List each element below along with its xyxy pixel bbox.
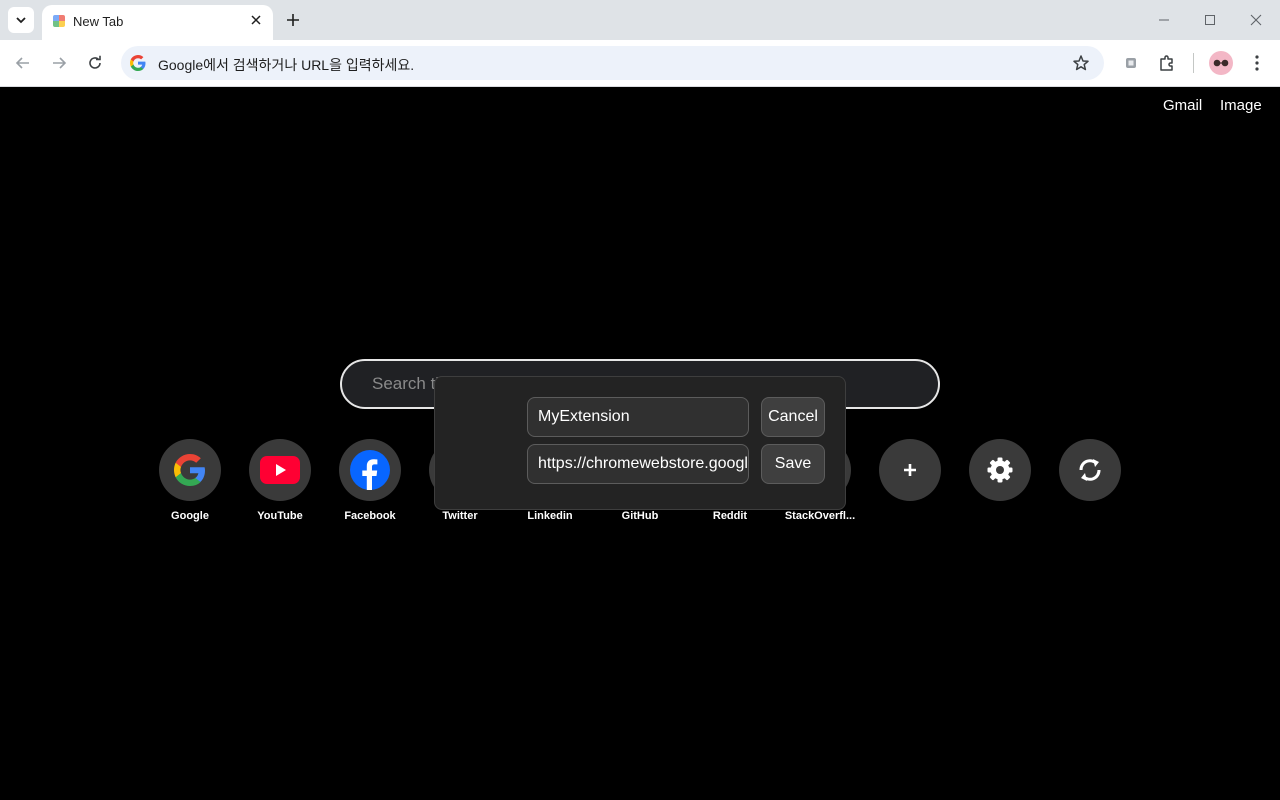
- close-icon: [1250, 14, 1262, 26]
- image-link[interactable]: Image: [1220, 97, 1262, 114]
- gear-icon: [987, 457, 1013, 483]
- title-bar: New Tab: [0, 0, 1280, 40]
- bookmark-star-icon[interactable]: [1072, 54, 1090, 72]
- refresh-tile: [1059, 439, 1121, 501]
- google-icon: [130, 55, 146, 71]
- save-button[interactable]: Save: [761, 444, 825, 484]
- shortcut-url-field[interactable]: https://chromewebstore.google.com: [527, 444, 749, 484]
- forward-button[interactable]: [47, 51, 71, 75]
- shortcut-label: YouTube: [257, 510, 303, 522]
- back-button[interactable]: [11, 51, 35, 75]
- kebab-menu-icon: [1255, 55, 1259, 71]
- browser-menu-button[interactable]: [1246, 52, 1268, 74]
- cancel-button[interactable]: Cancel: [761, 397, 825, 437]
- shortcut-label: Twitter: [442, 510, 478, 522]
- address-placeholder: Google에서 검색하거나 URL을 입력하세요.: [158, 57, 415, 73]
- toolbar-separator: [1193, 53, 1194, 73]
- maximize-icon: [1205, 15, 1215, 25]
- plus-icon: [904, 464, 916, 476]
- sync-icon: [1079, 459, 1101, 481]
- shortcut-google-tile: [159, 439, 221, 501]
- reload-button[interactable]: [83, 51, 107, 75]
- extensions-button[interactable]: [1156, 52, 1178, 74]
- address-bar[interactable]: Google에서 검색하거나 URL을 입력하세요.: [121, 46, 1104, 80]
- minimize-icon: [1159, 19, 1169, 21]
- shortcut-label: Linkedin: [527, 510, 573, 522]
- add-shortcut-button[interactable]: [865, 439, 955, 501]
- profile-avatar[interactable]: [1209, 51, 1233, 75]
- extension-icon: [1126, 58, 1136, 68]
- settings-button[interactable]: [955, 439, 1045, 501]
- new-tab-favicon-icon: [53, 15, 65, 27]
- tab-new-tab[interactable]: New Tab: [42, 5, 273, 40]
- shortcut-label: GitHub: [621, 510, 659, 522]
- chevron-down-icon: [16, 17, 26, 24]
- add-shortcut-tile: [879, 439, 941, 501]
- youtube-icon: [260, 456, 300, 484]
- shortcut-name-field[interactable]: MyExtension: [527, 397, 749, 437]
- edit-shortcut-dialog: MyExtension Cancel https://chromewebstor…: [434, 376, 846, 510]
- refresh-button[interactable]: [1045, 439, 1135, 501]
- new-tab-button[interactable]: [282, 9, 304, 31]
- tab-close-button[interactable]: [247, 11, 265, 29]
- settings-tile: [969, 439, 1031, 501]
- arrow-left-icon: [15, 57, 29, 69]
- shortcut-youtube-tile: [249, 439, 311, 501]
- shortcut-label: Google: [171, 510, 209, 522]
- shortcut-label: StackOverfl...: [784, 510, 856, 522]
- reload-icon: [89, 55, 101, 69]
- gmail-link[interactable]: Gmail: [1163, 97, 1202, 114]
- puzzle-icon: [1160, 55, 1173, 71]
- shortcut-label: Reddit: [712, 510, 748, 522]
- close-window-button[interactable]: [1244, 8, 1268, 32]
- minimize-button[interactable]: [1152, 8, 1176, 32]
- arrow-right-icon: [53, 57, 67, 69]
- plus-icon: [287, 14, 299, 26]
- shortcut-label: Facebook: [344, 510, 396, 522]
- browser-toolbar: Google에서 검색하거나 URL을 입력하세요.: [0, 40, 1280, 87]
- maximize-button[interactable]: [1198, 8, 1222, 32]
- facebook-icon: [350, 450, 390, 490]
- tab-search-button[interactable]: [8, 7, 34, 33]
- extension-badge-icon[interactable]: [1120, 52, 1142, 74]
- shortcut-google[interactable]: Google: [145, 439, 235, 522]
- shortcut-facebook-tile: [339, 439, 401, 501]
- glasses-icon: [1213, 59, 1229, 67]
- google-icon: [174, 454, 205, 486]
- close-icon: [251, 15, 261, 25]
- shortcut-facebook[interactable]: Facebook: [325, 439, 415, 522]
- new-tab-page: Gmail Image Search th Google YouTube Fac…: [0, 88, 1280, 800]
- tab-title: New Tab: [73, 14, 124, 29]
- shortcut-youtube[interactable]: YouTube: [235, 439, 325, 522]
